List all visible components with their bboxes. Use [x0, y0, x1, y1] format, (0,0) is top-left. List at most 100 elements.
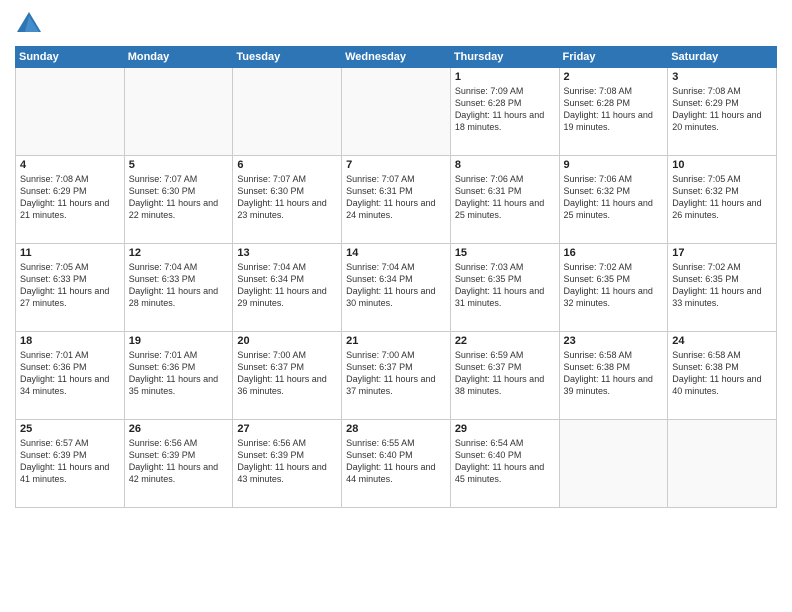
day-cell: 14 Sunrise: 7:04 AM Sunset: 6:34 PM Dayli… — [342, 244, 451, 332]
day-info: Sunrise: 6:57 AM Sunset: 6:39 PM Dayligh… — [20, 437, 120, 486]
day-cell — [559, 420, 668, 508]
day-number: 4 — [20, 159, 120, 171]
day-number: 9 — [564, 159, 664, 171]
day-number: 14 — [346, 247, 446, 259]
day-info: Sunrise: 7:07 AM Sunset: 6:30 PM Dayligh… — [237, 173, 337, 222]
day-cell: 2 Sunrise: 7:08 AM Sunset: 6:28 PM Daylig… — [559, 68, 668, 156]
day-number: 11 — [20, 247, 120, 259]
day-cell: 27 Sunrise: 6:56 AM Sunset: 6:39 PM Dayli… — [233, 420, 342, 508]
week-row-0: 1 Sunrise: 7:09 AM Sunset: 6:28 PM Daylig… — [16, 68, 777, 156]
day-number: 12 — [129, 247, 229, 259]
day-info: Sunrise: 7:01 AM Sunset: 6:36 PM Dayligh… — [20, 349, 120, 398]
day-info: Sunrise: 6:54 AM Sunset: 6:40 PM Dayligh… — [455, 437, 555, 486]
day-number: 15 — [455, 247, 555, 259]
day-number: 26 — [129, 423, 229, 435]
day-info: Sunrise: 7:02 AM Sunset: 6:35 PM Dayligh… — [672, 261, 772, 310]
day-info: Sunrise: 7:07 AM Sunset: 6:31 PM Dayligh… — [346, 173, 446, 222]
day-number: 1 — [455, 71, 555, 83]
day-number: 10 — [672, 159, 772, 171]
day-number: 18 — [20, 335, 120, 347]
col-header-wednesday: Wednesday — [342, 47, 451, 68]
week-row-3: 18 Sunrise: 7:01 AM Sunset: 6:36 PM Dayli… — [16, 332, 777, 420]
day-info: Sunrise: 7:05 AM Sunset: 6:32 PM Dayligh… — [672, 173, 772, 222]
day-info: Sunrise: 6:58 AM Sunset: 6:38 PM Dayligh… — [672, 349, 772, 398]
day-number: 8 — [455, 159, 555, 171]
day-info: Sunrise: 7:09 AM Sunset: 6:28 PM Dayligh… — [455, 85, 555, 134]
week-row-1: 4 Sunrise: 7:08 AM Sunset: 6:29 PM Daylig… — [16, 156, 777, 244]
day-info: Sunrise: 7:04 AM Sunset: 6:33 PM Dayligh… — [129, 261, 229, 310]
day-cell: 21 Sunrise: 7:00 AM Sunset: 6:37 PM Dayli… — [342, 332, 451, 420]
day-cell — [233, 68, 342, 156]
calendar: SundayMondayTuesdayWednesdayThursdayFrid… — [15, 46, 777, 508]
day-number: 27 — [237, 423, 337, 435]
day-cell: 24 Sunrise: 6:58 AM Sunset: 6:38 PM Dayli… — [668, 332, 777, 420]
day-number: 5 — [129, 159, 229, 171]
day-cell: 26 Sunrise: 6:56 AM Sunset: 6:39 PM Dayli… — [124, 420, 233, 508]
day-info: Sunrise: 6:58 AM Sunset: 6:38 PM Dayligh… — [564, 349, 664, 398]
day-number: 3 — [672, 71, 772, 83]
day-number: 17 — [672, 247, 772, 259]
col-header-tuesday: Tuesday — [233, 47, 342, 68]
day-cell: 23 Sunrise: 6:58 AM Sunset: 6:38 PM Dayli… — [559, 332, 668, 420]
day-info: Sunrise: 6:56 AM Sunset: 6:39 PM Dayligh… — [129, 437, 229, 486]
day-cell: 20Sunrise: 7:00 AM Sunset: 6:37 PM Dayli… — [233, 332, 342, 420]
day-cell: 10 Sunrise: 7:05 AM Sunset: 6:32 PM Dayli… — [668, 156, 777, 244]
day-cell: 29Sunrise: 6:54 AM Sunset: 6:40 PM Dayli… — [450, 420, 559, 508]
day-number: 24 — [672, 335, 772, 347]
day-cell: 13 Sunrise: 7:04 AM Sunset: 6:34 PM Dayli… — [233, 244, 342, 332]
col-header-friday: Friday — [559, 47, 668, 68]
day-number: 13 — [237, 247, 337, 259]
day-info: Sunrise: 7:08 AM Sunset: 6:29 PM Dayligh… — [672, 85, 772, 134]
day-cell: 18 Sunrise: 7:01 AM Sunset: 6:36 PM Dayli… — [16, 332, 125, 420]
day-info: Sunrise: 6:55 AM Sunset: 6:40 PM Dayligh… — [346, 437, 446, 486]
day-number: 16 — [564, 247, 664, 259]
day-info: Sunrise: 7:02 AM Sunset: 6:35 PM Dayligh… — [564, 261, 664, 310]
day-number: 20 — [237, 335, 337, 347]
day-info: Sunrise: 7:04 AM Sunset: 6:34 PM Dayligh… — [346, 261, 446, 310]
day-cell: 9Sunrise: 7:06 AM Sunset: 6:32 PM Daylig… — [559, 156, 668, 244]
day-number: 19 — [129, 335, 229, 347]
day-info: Sunrise: 7:04 AM Sunset: 6:34 PM Dayligh… — [237, 261, 337, 310]
day-cell: 4 Sunrise: 7:08 AM Sunset: 6:29 PM Daylig… — [16, 156, 125, 244]
day-cell: 11 Sunrise: 7:05 AM Sunset: 6:33 PM Dayli… — [16, 244, 125, 332]
day-cell: 16 Sunrise: 7:02 AM Sunset: 6:35 PM Dayli… — [559, 244, 668, 332]
day-number: 28 — [346, 423, 446, 435]
day-number: 25 — [20, 423, 120, 435]
day-cell — [124, 68, 233, 156]
day-number: 21 — [346, 335, 446, 347]
day-cell: 28 Sunrise: 6:55 AM Sunset: 6:40 PM Dayli… — [342, 420, 451, 508]
day-number: 2 — [564, 71, 664, 83]
col-header-monday: Monday — [124, 47, 233, 68]
day-cell: 15 Sunrise: 7:03 AM Sunset: 6:35 PM Dayli… — [450, 244, 559, 332]
day-cell — [668, 420, 777, 508]
day-cell: 5 Sunrise: 7:07 AM Sunset: 6:30 PM Daylig… — [124, 156, 233, 244]
day-cell: 8Sunrise: 7:06 AM Sunset: 6:31 PM Daylig… — [450, 156, 559, 244]
day-info: Sunrise: 7:05 AM Sunset: 6:33 PM Dayligh… — [20, 261, 120, 310]
week-row-2: 11 Sunrise: 7:05 AM Sunset: 6:33 PM Dayli… — [16, 244, 777, 332]
day-cell: 3 Sunrise: 7:08 AM Sunset: 6:29 PM Daylig… — [668, 68, 777, 156]
day-cell: 19 Sunrise: 7:01 AM Sunset: 6:36 PM Dayli… — [124, 332, 233, 420]
day-cell: 22Sunrise: 6:59 AM Sunset: 6:37 PM Dayli… — [450, 332, 559, 420]
day-info: Sunrise: 7:03 AM Sunset: 6:35 PM Dayligh… — [455, 261, 555, 310]
day-cell: 12 Sunrise: 7:04 AM Sunset: 6:33 PM Dayli… — [124, 244, 233, 332]
header — [15, 10, 777, 38]
day-cell: 1 Sunrise: 7:09 AM Sunset: 6:28 PM Daylig… — [450, 68, 559, 156]
day-info: Sunrise: 7:01 AM Sunset: 6:36 PM Dayligh… — [129, 349, 229, 398]
day-cell — [342, 68, 451, 156]
day-cell: 25 Sunrise: 6:57 AM Sunset: 6:39 PM Dayli… — [16, 420, 125, 508]
day-info: Sunrise: 7:08 AM Sunset: 6:28 PM Dayligh… — [564, 85, 664, 134]
day-number: 6 — [237, 159, 337, 171]
page: SundayMondayTuesdayWednesdayThursdayFrid… — [0, 0, 792, 612]
day-info: Sunrise: 6:56 AM Sunset: 6:39 PM Dayligh… — [237, 437, 337, 486]
day-info: Sunrise: 7:07 AM Sunset: 6:30 PM Dayligh… — [129, 173, 229, 222]
col-header-thursday: Thursday — [450, 47, 559, 68]
logo — [15, 10, 47, 38]
day-cell: 6 Sunrise: 7:07 AM Sunset: 6:30 PM Daylig… — [233, 156, 342, 244]
calendar-header-row: SundayMondayTuesdayWednesdayThursdayFrid… — [16, 47, 777, 68]
day-cell: 7Sunrise: 7:07 AM Sunset: 6:31 PM Daylig… — [342, 156, 451, 244]
day-info: Sunrise: 7:00 AM Sunset: 6:37 PM Dayligh… — [346, 349, 446, 398]
day-cell: 17 Sunrise: 7:02 AM Sunset: 6:35 PM Dayli… — [668, 244, 777, 332]
day-number: 23 — [564, 335, 664, 347]
day-info: Sunrise: 6:59 AM Sunset: 6:37 PM Dayligh… — [455, 349, 555, 398]
day-info: Sunrise: 7:08 AM Sunset: 6:29 PM Dayligh… — [20, 173, 120, 222]
